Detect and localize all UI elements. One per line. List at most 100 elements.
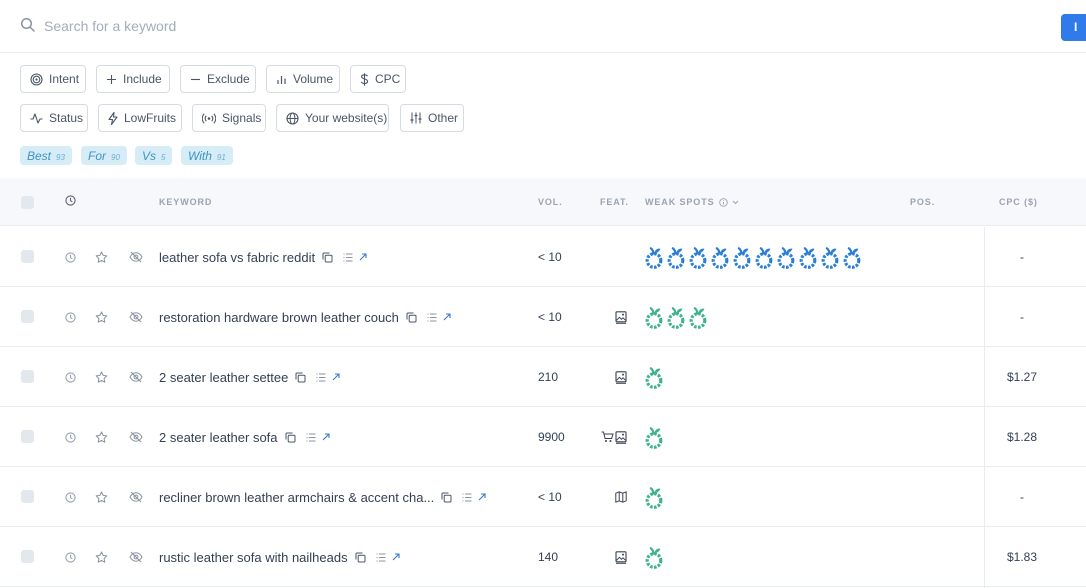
external-link-icon[interactable] — [359, 253, 367, 261]
external-link-icon[interactable] — [322, 433, 330, 441]
chevron-down-icon[interactable] — [732, 200, 739, 205]
star-icon[interactable] — [95, 251, 108, 264]
list-icon[interactable] — [376, 553, 386, 562]
info-icon[interactable] — [718, 197, 728, 207]
external-link-icon[interactable] — [478, 493, 486, 501]
hide-icon[interactable] — [129, 371, 143, 383]
hide-icon[interactable] — [129, 431, 143, 443]
header-cpc[interactable]: CPC ($) — [999, 197, 1038, 207]
hide-icon[interactable] — [129, 251, 143, 263]
minus-icon — [191, 78, 200, 80]
history-icon[interactable] — [65, 251, 76, 263]
row-checkbox[interactable] — [21, 550, 34, 563]
row-checkbox[interactable] — [21, 310, 34, 323]
row-checkbox[interactable] — [21, 430, 34, 443]
tag-with[interactable]: With 91 — [181, 146, 233, 165]
tag-for[interactable]: For 90 — [81, 146, 127, 165]
filter-volume-button[interactable]: Volume — [266, 65, 340, 93]
copy-icon[interactable] — [406, 312, 417, 323]
hide-icon[interactable] — [129, 491, 143, 503]
header-vol[interactable]: VOL. — [538, 197, 563, 207]
search-input[interactable] — [44, 13, 944, 39]
list-icon[interactable] — [316, 373, 326, 382]
cart-icon — [601, 431, 614, 443]
select-all-checkbox[interactable] — [21, 196, 34, 209]
filter-include-button[interactable]: Include — [96, 65, 170, 93]
weak-spot-icon — [732, 245, 752, 269]
filter-label: CPC — [375, 72, 401, 86]
volume-value: < 10 — [538, 310, 562, 324]
image-icon — [615, 430, 627, 444]
row-checkbox[interactable] — [21, 250, 34, 263]
table-header: KEYWORD VOL. FEAT. WEAK SPOTS POS. CPC (… — [0, 178, 1086, 226]
keyword-text[interactable]: restoration hardware brown leather couch — [159, 310, 399, 325]
weak-spot-icon — [820, 245, 840, 269]
history-icon[interactable] — [65, 491, 76, 503]
copy-icon[interactable] — [285, 432, 296, 443]
keyword-text[interactable]: 2 seater leather sofa — [159, 430, 278, 445]
list-icon[interactable] — [462, 493, 472, 502]
copy-icon[interactable] — [355, 552, 366, 563]
external-link-icon[interactable] — [392, 553, 400, 561]
weak-spot-icon — [754, 245, 774, 269]
bar-chart-icon — [277, 75, 286, 84]
star-icon[interactable] — [95, 431, 108, 444]
search-button[interactable]: I — [1061, 14, 1086, 41]
table-row[interactable]: leather sofa vs fabric reddit < 10 - — [0, 227, 1086, 287]
table-row[interactable]: rustic leather sofa with nailheads 140 $1.… — [0, 527, 1086, 587]
filter-label: Volume — [293, 72, 334, 86]
list-icon[interactable] — [306, 433, 316, 442]
list-icon[interactable] — [343, 253, 353, 262]
copy-icon[interactable] — [295, 372, 306, 383]
tag-vs[interactable]: Vs 5 — [135, 146, 173, 165]
image-icon — [615, 310, 627, 324]
history-icon[interactable] — [65, 311, 76, 323]
star-icon[interactable] — [95, 491, 108, 504]
bolt-icon — [108, 111, 118, 125]
header-weak-spots[interactable]: WEAK SPOTS — [645, 197, 739, 207]
history-icon[interactable] — [65, 431, 76, 443]
filter-signals-button[interactable]: Signals — [192, 104, 266, 132]
weak-spot-icon — [644, 305, 664, 329]
table-row[interactable]: restoration hardware brown leather couch… — [0, 287, 1086, 347]
row-checkbox[interactable] — [21, 370, 34, 383]
copy-icon[interactable] — [322, 252, 333, 263]
volume-value: < 10 — [538, 490, 562, 504]
keyword-text[interactable]: recliner brown leather armchairs & accen… — [159, 490, 434, 505]
star-icon[interactable] — [95, 371, 108, 384]
star-icon[interactable] — [95, 311, 108, 324]
image-icon — [615, 550, 627, 564]
row-checkbox[interactable] — [21, 490, 34, 503]
table-row[interactable]: recliner brown leather armchairs & accen… — [0, 467, 1086, 527]
filter-exclude-button[interactable]: Exclude — [180, 65, 256, 93]
filter-intent-button[interactable]: Intent — [20, 65, 86, 93]
keyword-text[interactable]: leather sofa vs fabric reddit — [159, 250, 315, 265]
list-icon[interactable] — [427, 313, 437, 322]
filter-your-websites-button[interactable]: Your website(s) — [276, 104, 389, 132]
tag-best[interactable]: Best 93 — [20, 146, 72, 165]
weak-spot-icon — [644, 245, 664, 269]
table-row[interactable]: 2 seater leather sofa 9900 $1.28 — [0, 407, 1086, 467]
header-pos[interactable]: POS. — [910, 197, 935, 207]
hide-icon[interactable] — [129, 551, 143, 563]
keyword-text[interactable]: 2 seater leather settee — [159, 370, 288, 385]
filter-lowfruits-button[interactable]: LowFruits — [98, 104, 182, 132]
header-keyword[interactable]: KEYWORD — [159, 197, 212, 207]
external-link-icon[interactable] — [332, 373, 340, 381]
filter-other-button[interactable]: Other — [400, 104, 464, 132]
history-icon[interactable] — [65, 371, 76, 383]
history-icon[interactable] — [65, 551, 76, 563]
external-link-icon[interactable] — [443, 313, 451, 321]
header-feat[interactable]: FEAT. — [600, 197, 629, 207]
copy-icon[interactable] — [441, 492, 452, 503]
filter-status-button[interactable]: Status — [20, 104, 88, 132]
keyword-text[interactable]: rustic leather sofa with nailheads — [159, 550, 348, 565]
filter-cpc-button[interactable]: CPC — [350, 65, 406, 93]
map-icon — [615, 491, 627, 503]
cpc-value: $1.28 — [1006, 430, 1038, 444]
star-icon[interactable] — [95, 551, 108, 564]
filter-label: Signals — [222, 111, 262, 125]
hide-icon[interactable] — [129, 311, 143, 323]
table-row[interactable]: 2 seater leather settee 210 $1.27 — [0, 347, 1086, 407]
weak-spot-icon — [644, 365, 664, 389]
